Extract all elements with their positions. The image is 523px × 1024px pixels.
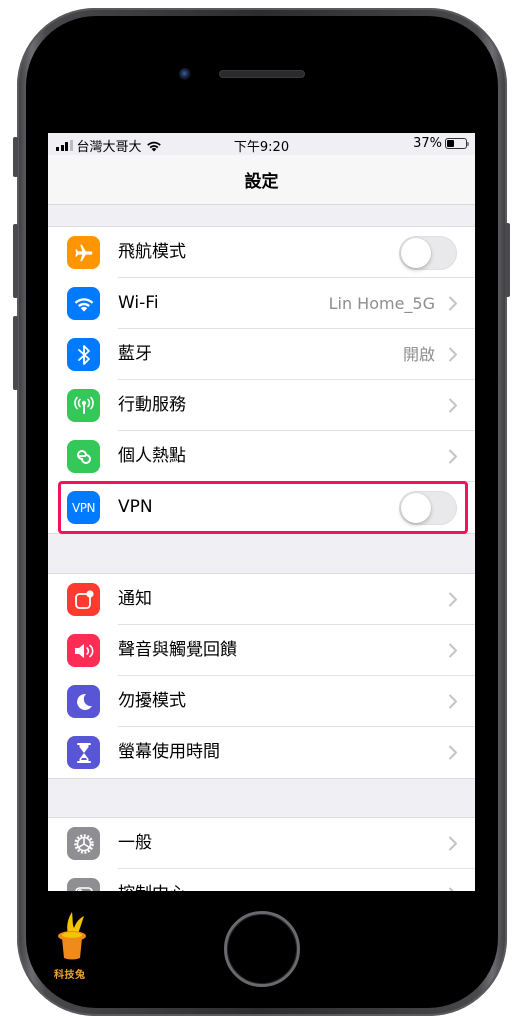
chevron-right-icon <box>449 296 457 311</box>
cellular-icon <box>67 389 100 422</box>
settings-row-sounds-haptics[interactable]: 聲音與觸覺回饋 <box>48 625 475 676</box>
chevron-right-icon <box>449 694 457 709</box>
settings-row-airplane-mode[interactable]: 飛航模式 <box>48 227 475 278</box>
settings-row-label: 勿擾模式 <box>118 691 186 711</box>
wifi-network-value: Lin Home_5G <box>328 294 435 313</box>
screen: 台灣大哥大 下午9:20 37% 設定 飛航模式 Wi-Fi Lin Home_… <box>48 133 475 891</box>
earpiece-speaker <box>219 70 305 78</box>
notifications-section: 通知 聲音與觸覺回饋 勿擾模式 螢幕使用時間 <box>48 573 475 779</box>
chevron-right-icon <box>449 398 457 413</box>
settings-row-label: 控制中心 <box>118 869 186 891</box>
settings-row-general[interactable]: 一般 <box>48 818 475 869</box>
connectivity-section: 飛航模式 Wi-Fi Lin Home_5G 藍牙 開啟 行動服務 個人熱點 V… <box>48 226 475 534</box>
chevron-right-icon <box>449 592 457 607</box>
front-camera <box>179 68 191 80</box>
bluetooth-status-value: 開啟 <box>402 345 435 364</box>
settings-row-label: 行動服務 <box>118 395 186 415</box>
volume-up-button <box>13 224 18 298</box>
hotspot-icon <box>67 440 100 473</box>
navigation-bar: 設定 <box>48 155 475 205</box>
moon-icon <box>67 685 100 718</box>
vpn-icon: VPN <box>67 491 100 524</box>
settings-row-label: 聲音與觸覺回饋 <box>118 640 237 660</box>
settings-row-notifications[interactable]: 通知 <box>48 574 475 625</box>
settings-row-label: VPN <box>118 497 153 517</box>
power-button <box>505 223 510 297</box>
battery-percent: 37% <box>413 136 442 151</box>
battery-icon <box>445 138 469 149</box>
wifi-icon <box>67 287 100 320</box>
settings-row-label: 藍牙 <box>118 344 152 364</box>
watermark-label: 科技兔 <box>54 970 86 981</box>
general-section: 一般 控制中心 <box>48 817 475 891</box>
airplane-mode-toggle[interactable] <box>399 236 457 270</box>
sound-icon <box>67 634 100 667</box>
airplane-icon <box>67 236 100 269</box>
vpn-toggle[interactable] <box>399 491 457 525</box>
settings-row-label: 個人熱點 <box>118 446 186 466</box>
chevron-right-icon <box>449 887 454 891</box>
bluetooth-icon <box>67 338 100 371</box>
status-time: 下午9:20 <box>233 140 290 155</box>
settings-row-label: 螢幕使用時間 <box>118 742 220 762</box>
settings-row-do-not-disturb[interactable]: 勿擾模式 <box>48 676 475 727</box>
chevron-right-icon <box>449 643 457 658</box>
chevron-right-icon <box>449 745 457 760</box>
chevron-right-icon <box>449 836 457 851</box>
settings-row-screen-time[interactable]: 螢幕使用時間 <box>48 727 475 778</box>
settings-row-personal-hotspot[interactable]: 個人熱點 <box>48 431 475 482</box>
control-center-icon <box>67 878 100 891</box>
settings-row-label: 一般 <box>118 833 152 853</box>
settings-row-cellular[interactable]: 行動服務 <box>48 380 475 431</box>
settings-row-label: Wi-Fi <box>118 293 159 313</box>
settings-row-vpn[interactable]: VPN VPN <box>48 482 475 533</box>
settings-row-control-center[interactable]: 控制中心 <box>48 869 475 891</box>
chevron-right-icon <box>449 449 457 464</box>
notifications-icon <box>67 583 100 616</box>
settings-row-label: 通知 <box>118 589 152 609</box>
volume-down-button <box>13 316 18 390</box>
rabbit-hat-logo-icon <box>58 912 86 960</box>
settings-row-wifi[interactable]: Wi-Fi Lin Home_5G <box>48 278 475 329</box>
mute-switch <box>13 137 18 177</box>
gear-icon <box>67 827 100 860</box>
chevron-right-icon <box>449 347 457 362</box>
settings-row-bluetooth[interactable]: 藍牙 開啟 <box>48 329 475 380</box>
status-bar: 台灣大哥大 下午9:20 37% <box>48 133 475 155</box>
page-title: 設定 <box>244 172 279 192</box>
home-button[interactable] <box>224 911 300 987</box>
settings-row-label: 飛航模式 <box>118 242 186 262</box>
hourglass-icon <box>67 736 100 769</box>
